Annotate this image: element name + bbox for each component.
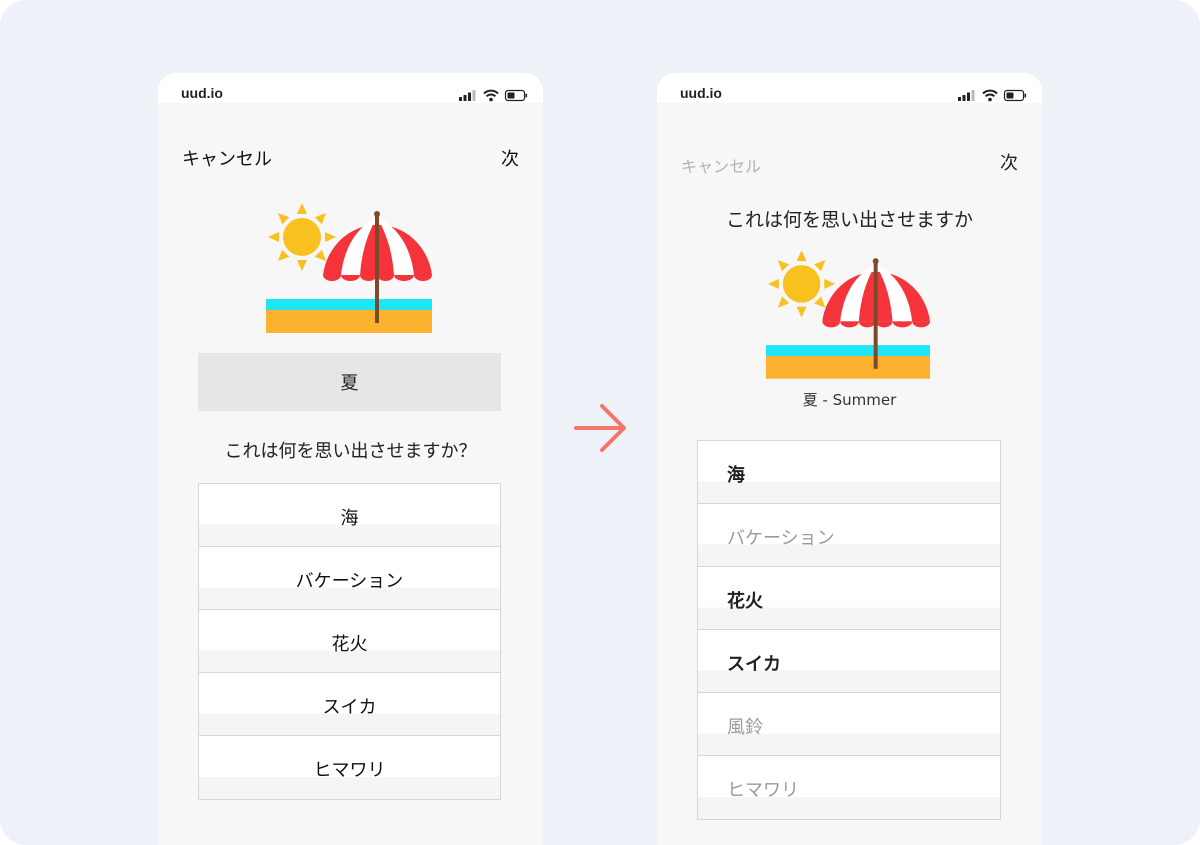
cellular-signal-icon <box>958 90 975 101</box>
option-item[interactable]: 花火 <box>199 610 500 673</box>
battery-icon <box>504 89 528 102</box>
arrow-right-icon <box>572 398 628 462</box>
cellular-signal-icon <box>459 90 476 101</box>
option-list: 海 バケーション 花火 スイカ 風鈴 ヒマワリ <box>697 440 1001 820</box>
question-text: これは何を思い出させますか？ <box>224 441 477 462</box>
option-label: 風鈴 <box>727 717 763 738</box>
option-item[interactable]: ヒマワリ <box>698 756 1000 819</box>
option-label: スイカ <box>322 697 377 718</box>
status-icons <box>958 88 1028 102</box>
status-bar: uud.io <box>657 73 1042 103</box>
option-item[interactable]: スイカ <box>698 630 1000 693</box>
option-label: スイカ <box>727 654 781 675</box>
status-bar: uud.io <box>158 73 543 103</box>
wifi-icon <box>483 89 499 102</box>
word-card: 夏 <box>198 353 501 411</box>
option-item[interactable]: バケーション <box>698 504 1000 567</box>
word-caption: 夏 - Summer <box>802 391 897 409</box>
option-label: ヒマワリ <box>313 760 386 781</box>
beach-umbrella-sun-icon <box>766 250 930 379</box>
option-list: 海 バケーション 花火 スイカ ヒマワリ <box>198 483 501 800</box>
option-item[interactable]: 花火 <box>698 567 1000 630</box>
battery-icon <box>1003 89 1027 102</box>
cancel-button[interactable]: キャンセル <box>681 153 761 177</box>
option-label: ヒマワリ <box>727 780 799 801</box>
beach-umbrella-sun-icon <box>266 203 432 333</box>
option-label: 海 <box>727 465 745 486</box>
option-item[interactable]: 海 <box>199 484 500 547</box>
option-item[interactable]: 風鈴 <box>698 693 1000 756</box>
option-item[interactable]: ヒマワリ <box>199 736 500 799</box>
option-item[interactable]: スイカ <box>199 673 500 736</box>
word-text: 夏 <box>340 373 359 394</box>
phone-after: uud.io キャンセル 次 これは何を思い出させますか 夏 - Summer … <box>657 73 1042 845</box>
option-label: バケーション <box>727 528 835 549</box>
next-button[interactable]: 次 <box>501 145 519 171</box>
option-label: 海 <box>340 508 359 529</box>
option-item[interactable]: バケーション <box>199 547 500 610</box>
option-label: 花火 <box>331 634 368 655</box>
status-url: uud.io <box>680 85 722 101</box>
phone-before: uud.io キャンセル 次 夏 これは何を思い出させますか？ 海 バケーション… <box>158 73 543 845</box>
question-text: これは何を思い出させますか <box>725 209 973 231</box>
status-url: uud.io <box>181 85 223 101</box>
wifi-icon <box>982 89 998 102</box>
cancel-button[interactable]: キャンセル <box>182 145 272 171</box>
status-icons <box>459 88 529 102</box>
option-label: バケーション <box>295 571 404 592</box>
option-item[interactable]: 海 <box>698 441 1000 504</box>
comparison-frame: uud.io キャンセル 次 夏 これは何を思い出させますか？ 海 バケーション… <box>0 0 1200 845</box>
next-button[interactable]: 次 <box>1000 149 1018 175</box>
option-label: 花火 <box>727 591 763 612</box>
